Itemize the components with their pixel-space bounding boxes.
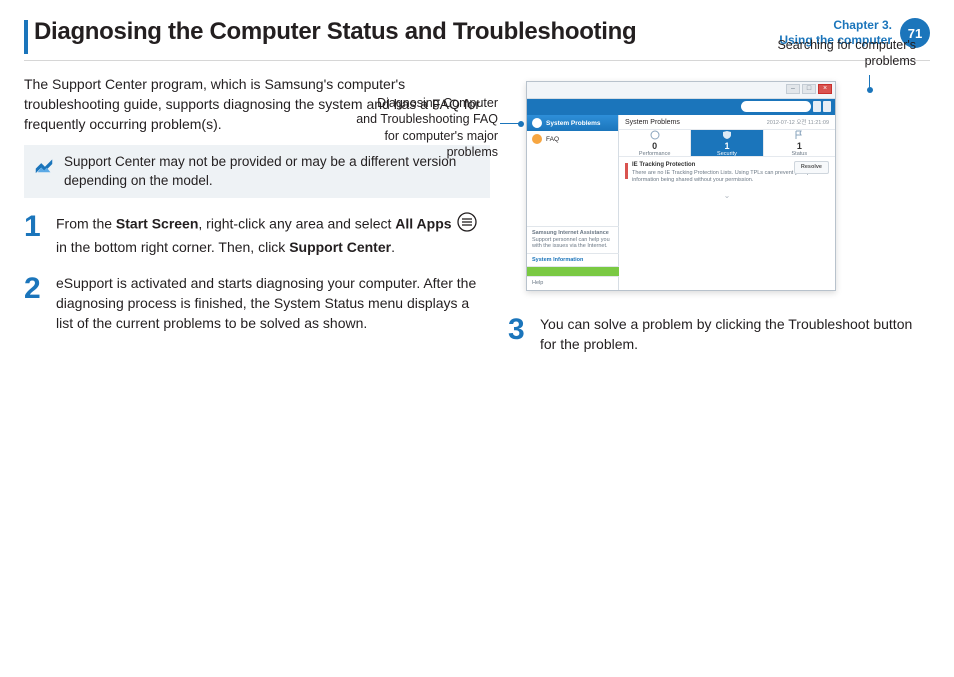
timestamp: 2012-07-12 오전 11:21:09 bbox=[767, 118, 829, 126]
severity-bar bbox=[625, 163, 628, 179]
monitor-icon bbox=[532, 118, 542, 128]
step-1: 1 From the Start Screen, right-click any… bbox=[24, 212, 490, 258]
content-pane: System Problems 2012-07-12 오전 11:21:09 0… bbox=[619, 115, 835, 290]
step-number-2: 2 bbox=[24, 274, 46, 334]
toolbar-button[interactable] bbox=[813, 101, 821, 112]
problem-item: IE Tracking Protection There are no IE T… bbox=[619, 157, 835, 189]
sidebar-item-faq[interactable]: FAQ bbox=[527, 131, 618, 147]
page-title: Diagnosing the Computer Status and Troub… bbox=[34, 18, 636, 46]
flag-icon bbox=[794, 130, 804, 140]
assistance-box[interactable]: Samsung Internet Assistance Support pers… bbox=[527, 226, 619, 253]
callout-dot bbox=[518, 121, 524, 127]
shield-icon bbox=[722, 130, 732, 140]
step-1-body: From the Start Screen, right-click any a… bbox=[56, 212, 490, 258]
gauge-icon bbox=[650, 130, 660, 140]
tile-status[interactable]: 1 Status bbox=[764, 130, 835, 156]
callout-sidebar: Diagnosing Computer and Troubleshooting … bbox=[353, 95, 498, 160]
step-number-1: 1 bbox=[24, 212, 46, 258]
tile-security[interactable]: 1 Security bbox=[691, 130, 763, 156]
window-toolbar bbox=[527, 99, 835, 115]
maximize-button[interactable]: □ bbox=[802, 84, 816, 94]
chapter-number: Chapter 3. bbox=[779, 18, 892, 33]
all-apps-icon bbox=[457, 212, 477, 238]
tile-performance[interactable]: 0 Performance bbox=[619, 130, 691, 156]
window-titlebar: – □ × bbox=[527, 82, 835, 99]
step-2: 2 eSupport is activated and starts diagn… bbox=[24, 274, 490, 334]
sidebar-item-system-problems[interactable]: System Problems bbox=[527, 115, 618, 131]
app-window: – □ × bbox=[526, 81, 836, 291]
system-info-detail bbox=[527, 266, 619, 276]
callout-dot bbox=[867, 87, 873, 93]
close-button[interactable]: × bbox=[818, 84, 832, 94]
title-accent-bar bbox=[24, 20, 28, 54]
content-title: System Problems bbox=[625, 119, 680, 126]
sidebar: System Problems FAQ Samsung Internet Ass… bbox=[527, 115, 619, 290]
resolve-button[interactable]: Resolve bbox=[794, 161, 829, 174]
toolbar-button[interactable] bbox=[823, 101, 831, 112]
callout-search: Searching for computer's problems bbox=[776, 37, 916, 70]
step-2-body: eSupport is activated and starts diagnos… bbox=[56, 274, 490, 334]
search-input[interactable] bbox=[741, 101, 811, 112]
step-number-3: 3 bbox=[508, 315, 530, 355]
expand-indicator[interactable]: ⌄ bbox=[619, 189, 835, 202]
system-info-link[interactable]: System Information bbox=[527, 253, 619, 267]
minimize-button[interactable]: – bbox=[786, 84, 800, 94]
help-link[interactable]: Help bbox=[527, 276, 619, 290]
step-3-body: You can solve a problem by clicking the … bbox=[540, 315, 930, 355]
faq-icon bbox=[532, 134, 542, 144]
step-3: 3 You can solve a problem by clicking th… bbox=[508, 315, 930, 355]
callout-line bbox=[500, 123, 520, 124]
note-icon bbox=[33, 153, 55, 175]
